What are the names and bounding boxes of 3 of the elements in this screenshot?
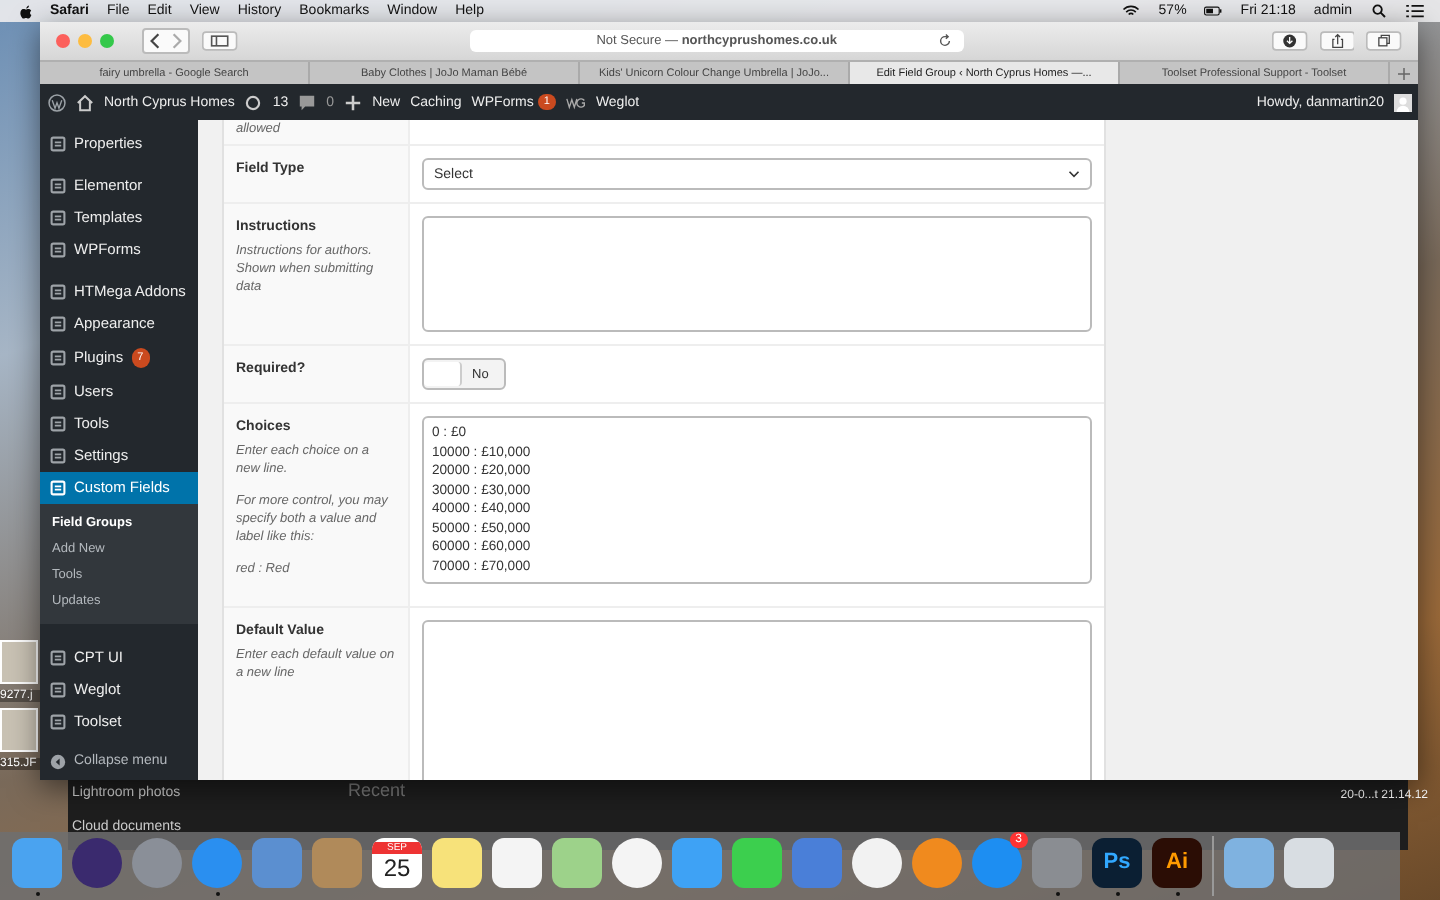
section-title: Recent <box>348 780 406 800</box>
illustrator-icon[interactable]: Ai <box>1152 837 1202 887</box>
photoshop-icon[interactable]: Ps <box>1092 837 1142 887</box>
